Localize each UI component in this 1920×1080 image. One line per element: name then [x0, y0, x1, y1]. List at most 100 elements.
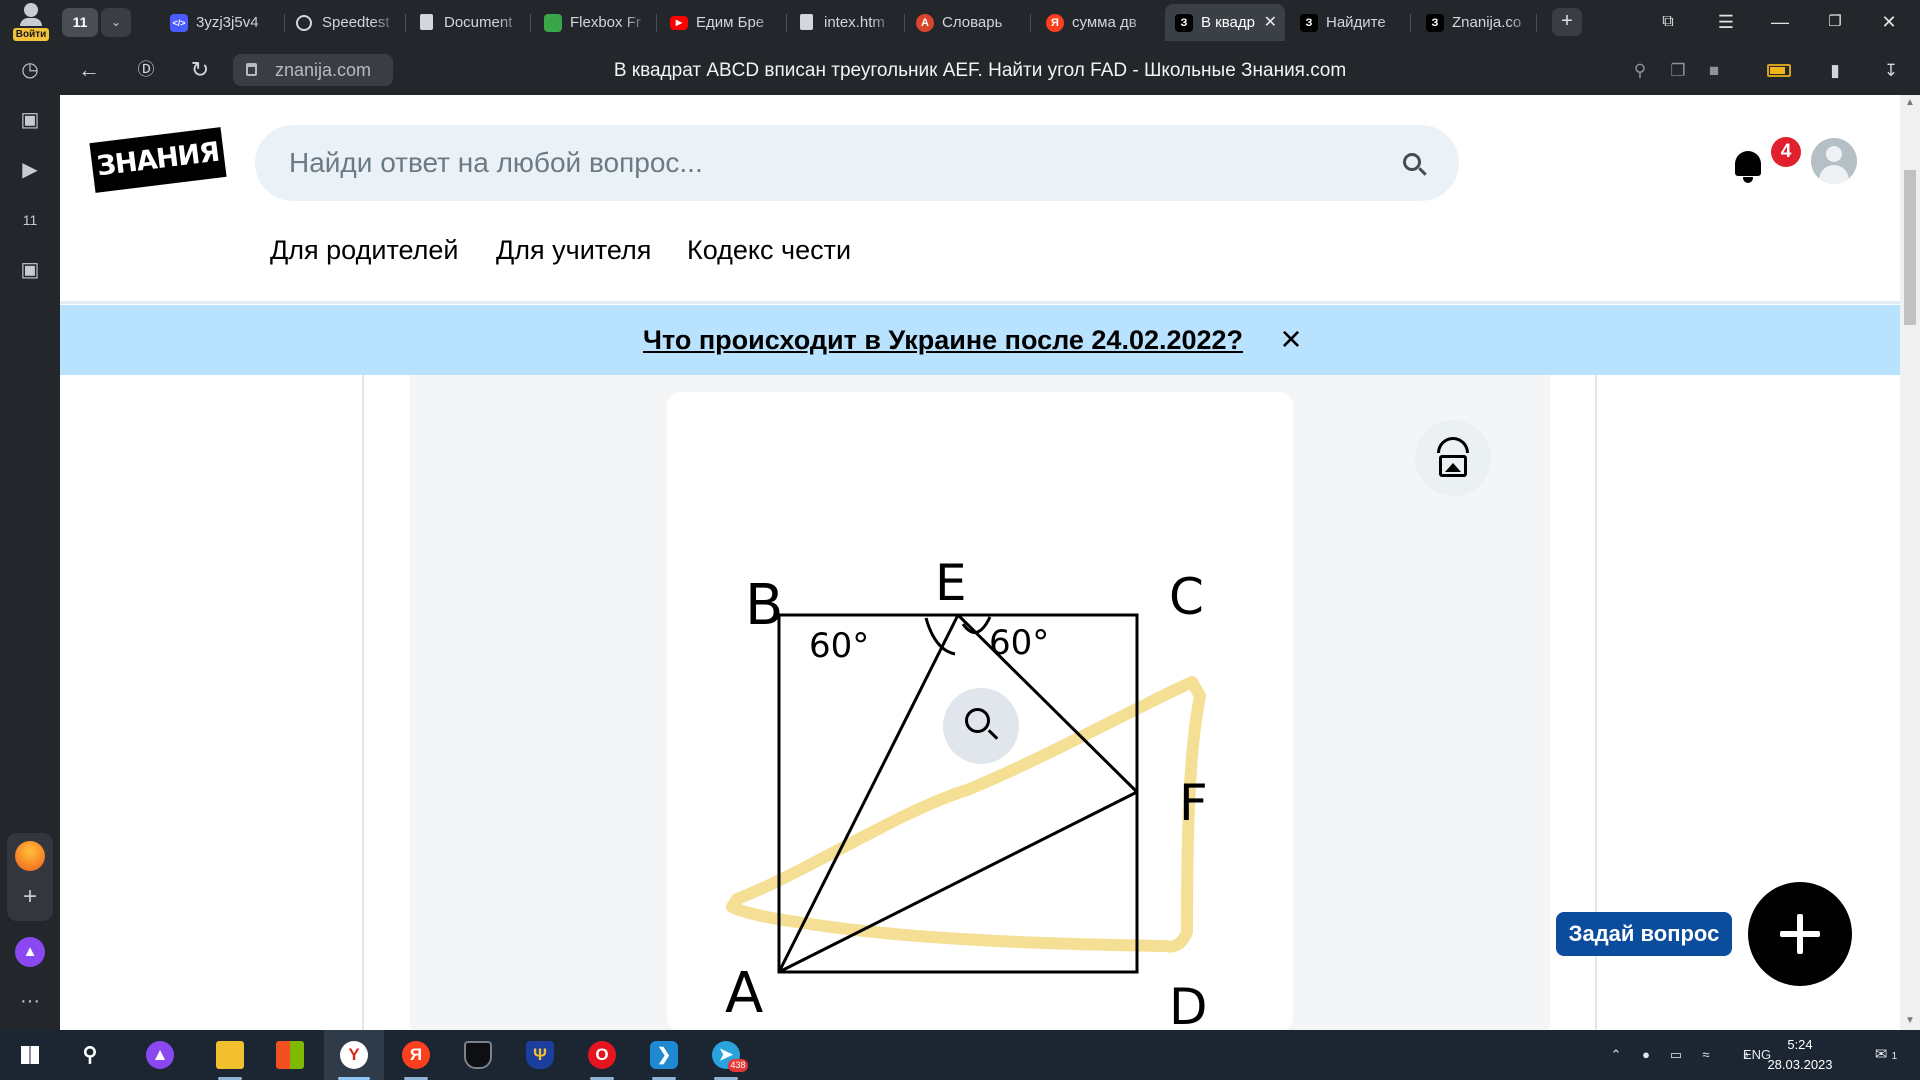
- menu-icon[interactable]: ☰: [1703, 0, 1749, 45]
- collections-icon[interactable]: ⧉: [1645, 0, 1691, 45]
- angle-label-right: 60°: [989, 623, 1049, 663]
- scrollbar-thumb[interactable]: [1904, 170, 1916, 325]
- trident-icon: Ψ: [526, 1041, 554, 1069]
- document-favicon-icon: [800, 14, 813, 30]
- tab-active-znanija[interactable]: З В квадр ✕: [1165, 4, 1285, 41]
- taskbar-app-explorer[interactable]: [200, 1030, 260, 1080]
- taskbar-app-telegram[interactable]: ➤ 438: [696, 1030, 756, 1080]
- battery-saver-icon[interactable]: [1767, 64, 1791, 77]
- play-icon[interactable]: ▶: [14, 154, 46, 186]
- screenshot-icon[interactable]: ▣: [14, 254, 46, 286]
- tab-flexbox[interactable]: Flexbox Fr: [534, 4, 650, 41]
- tab-speedtest[interactable]: Speedtest: [286, 4, 398, 41]
- collections-side-icon[interactable]: ▣: [14, 104, 46, 136]
- tab-naidite[interactable]: З Найдите: [1290, 4, 1406, 41]
- yandex-icon: Я: [402, 1041, 430, 1069]
- taskbar-app-store[interactable]: [260, 1030, 320, 1080]
- taskbar-app-alice[interactable]: ▲: [130, 1030, 190, 1080]
- image-icon: [1439, 455, 1467, 477]
- bell-icon[interactable]: [1733, 147, 1763, 185]
- ask-question-button[interactable]: Задай вопрос: [1556, 912, 1732, 956]
- tab-yandex-sum[interactable]: Я сумма дв: [1036, 4, 1154, 41]
- more-icon[interactable]: ···: [14, 985, 46, 1017]
- search-taskbar-button[interactable]: ⚲: [60, 1030, 120, 1080]
- tab-count-button[interactable]: 11: [62, 8, 98, 37]
- protect-icon[interactable]: ▮: [1822, 58, 1848, 84]
- youtube-favicon-icon: ▶: [670, 16, 688, 30]
- microphone-icon[interactable]: ●: [1636, 1042, 1656, 1068]
- minimize-button[interactable]: —: [1757, 0, 1803, 45]
- tab-3yzj3j5v4[interactable]: </> 3yzj3j5v4: [160, 4, 280, 41]
- close-tab-icon[interactable]: ✕: [1264, 4, 1277, 41]
- close-window-button[interactable]: ✕: [1866, 0, 1912, 45]
- label-b: B: [745, 573, 783, 638]
- taskbar-app-trident[interactable]: Ψ: [510, 1030, 570, 1080]
- angle-label-left: 60°: [809, 626, 869, 666]
- tab-dictionary[interactable]: A Словарь: [906, 4, 1024, 41]
- alice-icon[interactable]: ▲: [15, 937, 45, 967]
- search-input[interactable]: [289, 143, 1389, 183]
- history-icon[interactable]: ◷: [14, 54, 46, 86]
- wifi-icon[interactable]: ≈: [1695, 1042, 1717, 1068]
- banner-close-icon[interactable]: ×: [1273, 321, 1309, 357]
- nav-parents[interactable]: Для родителей: [270, 230, 458, 270]
- label-e: E: [935, 554, 967, 612]
- znanija-favicon-icon: З: [1175, 14, 1193, 32]
- taskbar-app-opera[interactable]: O: [572, 1030, 632, 1080]
- znanija-favicon-icon: З: [1426, 14, 1444, 32]
- battery-icon[interactable]: ▭: [1665, 1042, 1687, 1068]
- tab-list-chevron-icon[interactable]: ⌄: [101, 8, 131, 37]
- znanija-favicon-icon: З: [1300, 14, 1318, 32]
- extensions-icon[interactable]: ❐: [1665, 58, 1691, 84]
- taskbar-app-vscode[interactable]: ❯: [634, 1030, 694, 1080]
- avatar[interactable]: [1811, 138, 1857, 184]
- code-favicon-icon: </>: [170, 14, 188, 32]
- rotate-icon: [1437, 437, 1469, 453]
- label-a: A: [725, 961, 763, 1026]
- tab-intex[interactable]: intex.htm: [788, 4, 896, 41]
- tab-document[interactable]: Document: [408, 4, 524, 41]
- new-tab-button[interactable]: +: [1552, 8, 1582, 36]
- label-c: C: [1169, 568, 1204, 626]
- taskbar-app-yandex[interactable]: Я: [386, 1030, 446, 1080]
- clock[interactable]: 5:24 28.03.2023: [1760, 1035, 1840, 1075]
- telegram-badge: 438: [728, 1059, 748, 1072]
- header-divider: [60, 301, 1900, 304]
- store-icon: [276, 1041, 304, 1069]
- search-bar[interactable]: [255, 125, 1459, 201]
- nav-honor-code[interactable]: Кодекс чести: [687, 230, 851, 270]
- magnifier-icon: [965, 708, 990, 733]
- taskbar-app-yandex-browser[interactable]: Y: [324, 1030, 384, 1080]
- znanija-logo[interactable]: ЗНАНИЯ: [89, 127, 227, 193]
- start-button[interactable]: [0, 1030, 60, 1080]
- app-icon[interactable]: [15, 841, 45, 871]
- url-field[interactable]: znanija.com: [233, 54, 393, 86]
- rotate-image-button[interactable]: [1415, 420, 1491, 496]
- bookmark-icon[interactable]: ■: [1701, 58, 1727, 84]
- downloads-icon[interactable]: ↧: [1878, 58, 1904, 84]
- add-question-fab[interactable]: [1748, 882, 1852, 986]
- restore-button[interactable]: ❐: [1812, 0, 1858, 45]
- document-favicon-icon: [420, 14, 433, 30]
- url-text: znanija.com: [275, 60, 372, 80]
- banner-link[interactable]: Что происходит в Украине после 24.02.202…: [643, 322, 1243, 358]
- login-button[interactable]: Войти: [6, 2, 56, 42]
- taskbar-app-shield[interactable]: [448, 1030, 508, 1080]
- translate-icon[interactable]: ⚲: [1627, 58, 1653, 84]
- tray-chevron-icon[interactable]: ⌃: [1606, 1042, 1626, 1068]
- notification-center-icon[interactable]: ✉ 1: [1866, 1042, 1906, 1070]
- calendar-icon[interactable]: 11: [14, 204, 46, 236]
- lock-icon: [246, 63, 257, 76]
- back-icon[interactable]: ←: [74, 55, 104, 85]
- search-icon[interactable]: [1403, 153, 1421, 171]
- tab-znanija-com[interactable]: З Znanija.co: [1416, 4, 1534, 41]
- reload-icon[interactable]: ↻: [185, 55, 215, 85]
- folder-icon: [216, 1041, 244, 1069]
- add-app-icon[interactable]: +: [14, 881, 46, 913]
- user-icon: [24, 3, 38, 17]
- zoom-button[interactable]: [943, 688, 1019, 764]
- nav-teachers[interactable]: Для учителя: [496, 230, 651, 270]
- page-scrollbar[interactable]: ▲ ▼: [1900, 95, 1920, 1030]
- tab-youtube[interactable]: ▶ Едим Бре: [660, 4, 780, 41]
- yandex-button-icon[interactable]: Ⓓ: [131, 55, 161, 85]
